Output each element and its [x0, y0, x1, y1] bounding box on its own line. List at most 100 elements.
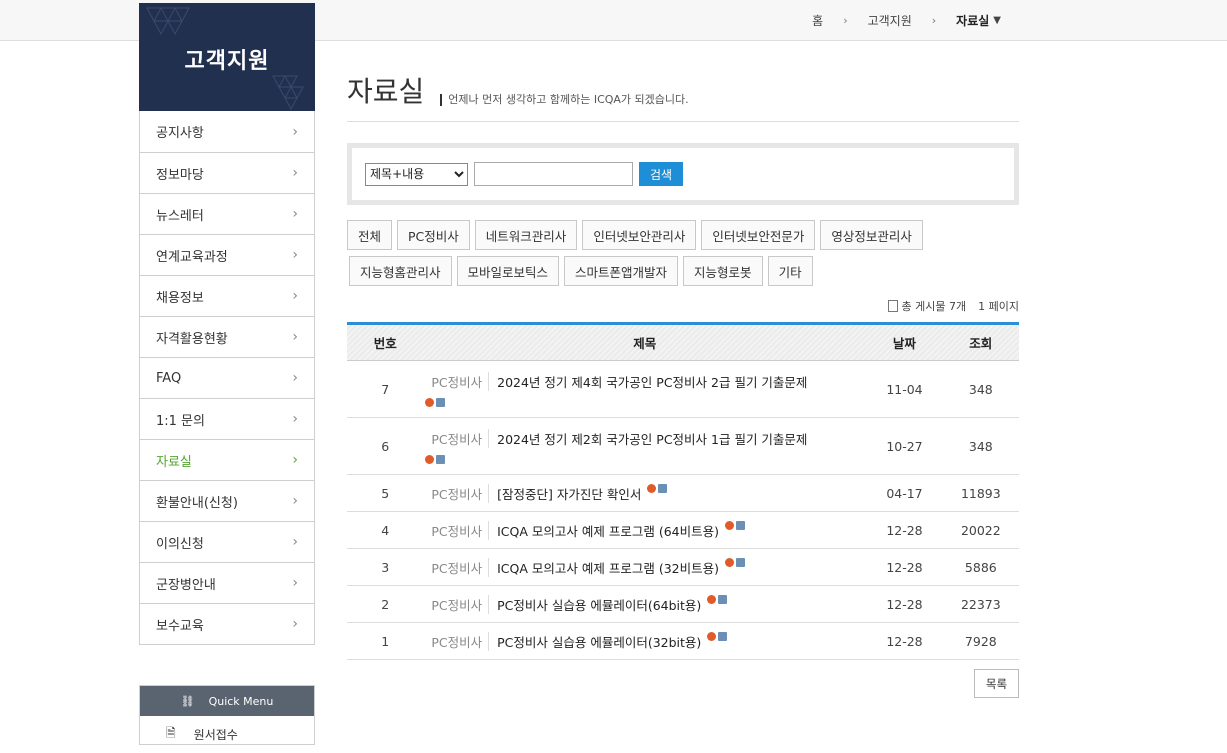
search-button[interactable]: 검색: [639, 162, 683, 186]
chevron-right-icon: ›: [292, 493, 298, 509]
row-date: 04-17: [886, 485, 923, 501]
list-button[interactable]: 목록: [974, 669, 1019, 698]
sidebar-item-training[interactable]: 보수교육 ›: [140, 603, 314, 644]
row-subject-link[interactable]: PC정비사 실습용 에뮬레이터(64bit용): [497, 595, 701, 614]
row-date: 12-28: [886, 596, 923, 612]
caret-down-icon[interactable]: ▼: [993, 15, 1001, 26]
post-count: 총 게시물 7개 1 페이지: [887, 298, 1019, 314]
row-views: 22373: [960, 596, 1001, 612]
chevron-right-icon: ›: [931, 14, 937, 27]
breadcrumb: 홈 › 고객지원 › 자료실 ▼: [812, 12, 1001, 29]
quick-menu: ⛓ Quick Menu 🗎 원서접수: [139, 685, 315, 745]
sidebar-item-label: 연계교육과정: [156, 249, 228, 265]
chevron-right-icon: ›: [292, 206, 298, 222]
attachment-icon[interactable]: [436, 454, 446, 464]
search-field-select[interactable]: 제목+내용: [365, 162, 468, 186]
row-no: 1: [381, 633, 390, 649]
chevron-right-icon: ›: [292, 452, 298, 468]
category-all[interactable]: 전체: [347, 220, 393, 250]
triangle-pattern-icon: [146, 7, 190, 36]
sidebar-header: 고객지원: [139, 3, 315, 111]
triangle-pattern-icon: [272, 75, 304, 111]
chevron-right-icon: ›: [292, 411, 298, 427]
page-subtitle: 언제나 먼저 생각하고 함께하는 ICQA가 되겠습니다.: [440, 94, 689, 106]
sidebar-item-label: 환불안내(신청): [156, 495, 238, 511]
sidebar-item-inquiry[interactable]: 1:1 문의 ›: [140, 398, 314, 439]
header-views: 조회: [969, 336, 993, 351]
search-box: 제목+내용 검색: [347, 143, 1019, 205]
row-subject-link[interactable]: PC정비사 실습용 에뮬레이터(32bit용): [497, 632, 701, 651]
category-pc-technician[interactable]: PC정비사: [397, 220, 470, 250]
sidebar-item-notice[interactable]: 공지사항 ›: [140, 111, 314, 152]
row-date: 12-28: [886, 559, 923, 575]
row-subject-link[interactable]: ICQA 모의고사 예제 프로그램 (32비트용): [497, 558, 719, 577]
category-video-info[interactable]: 영상정보관리사: [820, 220, 923, 250]
sidebar-item-label: 정보마당: [156, 167, 204, 183]
sidebar-item-label: 1:1 문의: [156, 413, 205, 429]
attachment-icon[interactable]: [658, 483, 668, 493]
category-mobile-robotics[interactable]: 모바일로보틱스: [456, 256, 560, 286]
archive-table: 번호 제목 날짜 조회 7 PC정비사 2024년 정기 제4회 국가공인 PC…: [347, 322, 1019, 660]
quick-menu-item-apply[interactable]: 🗎 원서접수: [140, 716, 314, 753]
row-date: 12-28: [886, 633, 923, 649]
sidebar-item-label: 공지사항: [156, 126, 204, 141]
category-internet-security-expert[interactable]: 인터넷보안전문가: [701, 220, 816, 250]
chevron-right-icon: ›: [292, 534, 298, 550]
sidebar-item-label: 뉴스레터: [156, 208, 204, 224]
row-views: 20022: [960, 522, 1001, 538]
sidebar-item-label: 자료실: [156, 454, 192, 470]
search-input[interactable]: [474, 162, 633, 186]
row-subject-link[interactable]: [잠정중단] 자가진단 확인서: [497, 484, 641, 503]
row-title-cell: PC정비사 ICQA 모의고사 예제 프로그램 (64비트용): [423, 520, 866, 540]
category-app-developer[interactable]: 스마트폰앱개발자: [564, 256, 679, 286]
attachment-icon[interactable]: [718, 594, 728, 604]
sidebar-item-jobs[interactable]: 채용정보 ›: [140, 275, 314, 316]
new-badge-icon: [724, 520, 734, 530]
sidebar-item-appeal[interactable]: 이의신청 ›: [140, 521, 314, 562]
breadcrumb-level1[interactable]: 고객지원: [868, 12, 912, 29]
table-row: 6 PC정비사 2024년 정기 제2회 국가공인 PC정비사 1급 필기 기출…: [347, 418, 1019, 475]
attachment-icon[interactable]: [735, 520, 745, 530]
page-title: 자료실: [347, 75, 425, 108]
new-badge-icon: [724, 557, 734, 567]
category-internet-security-manager[interactable]: 인터넷보안관리사: [582, 220, 697, 250]
attachment-icon[interactable]: [735, 557, 745, 567]
row-category: PC정비사: [431, 371, 490, 391]
chevron-right-icon: ›: [292, 616, 298, 632]
sidebar-item-usage[interactable]: 자격활용현황 ›: [140, 316, 314, 357]
attachment-icon[interactable]: [718, 631, 728, 641]
chevron-right-icon: ›: [292, 165, 298, 181]
sidebar-item-courses[interactable]: 연계교육과정 ›: [140, 234, 314, 275]
sidebar-item-military[interactable]: 군장병안내 ›: [140, 562, 314, 603]
row-subject-link[interactable]: ICQA 모의고사 예제 프로그램 (64비트용): [497, 521, 719, 540]
sidebar-item-archive[interactable]: 자료실 ›: [140, 439, 314, 480]
row-no: 6: [381, 438, 390, 454]
row-subject-link[interactable]: 2024년 정기 제4회 국가공인 PC정비사 2급 필기 기출문제: [497, 375, 807, 390]
sidebar-item-newsletter[interactable]: 뉴스레터 ›: [140, 193, 314, 234]
table-row: 7 PC정비사 2024년 정기 제4회 국가공인 PC정비사 2급 필기 기출…: [347, 361, 1019, 418]
breadcrumb-current[interactable]: 자료실: [956, 12, 989, 29]
sidebar-item-faq[interactable]: FAQ ›: [140, 357, 314, 398]
row-category: PC정비사: [431, 483, 490, 503]
category-network[interactable]: 네트워크관리사: [474, 220, 578, 250]
breadcrumb-home[interactable]: 홈: [812, 12, 823, 29]
category-intelligent-robot[interactable]: 지능형로봇: [683, 256, 763, 286]
sidebar-item-info[interactable]: 정보마당 ›: [140, 152, 314, 193]
new-badge-icon: [707, 631, 717, 641]
table-row: 1 PC정비사 PC정비사 실습용 에뮬레이터(32bit용) 12-28 79…: [347, 623, 1019, 660]
new-badge-icon: [647, 483, 657, 493]
table-row: 4 PC정비사 ICQA 모의고사 예제 프로그램 (64비트용) 12-28 …: [347, 512, 1019, 549]
category-row: 전체 PC정비사 네트워크관리사 인터넷보안관리사 인터넷보안전문가 영상정보관…: [347, 220, 1019, 250]
document-icon: 🗎: [166, 726, 176, 740]
chevron-right-icon: ›: [843, 14, 848, 27]
sidebar-item-label: 채용정보: [156, 290, 204, 306]
attachment-icon[interactable]: [436, 397, 446, 407]
sidebar-item-label: 군장병안내: [156, 577, 216, 593]
category-smart-home[interactable]: 지능형홈관리사: [349, 256, 452, 286]
row-views: 5886: [964, 559, 997, 575]
chevron-right-icon: ›: [292, 329, 298, 345]
row-subject-link[interactable]: 2024년 정기 제2회 국가공인 PC정비사 1급 필기 기출문제: [497, 432, 807, 447]
quick-menu-item-label: 원서접수: [193, 728, 238, 742]
category-etc[interactable]: 기타: [767, 256, 813, 286]
sidebar-item-refund[interactable]: 환불안내(신청) ›: [140, 480, 314, 521]
